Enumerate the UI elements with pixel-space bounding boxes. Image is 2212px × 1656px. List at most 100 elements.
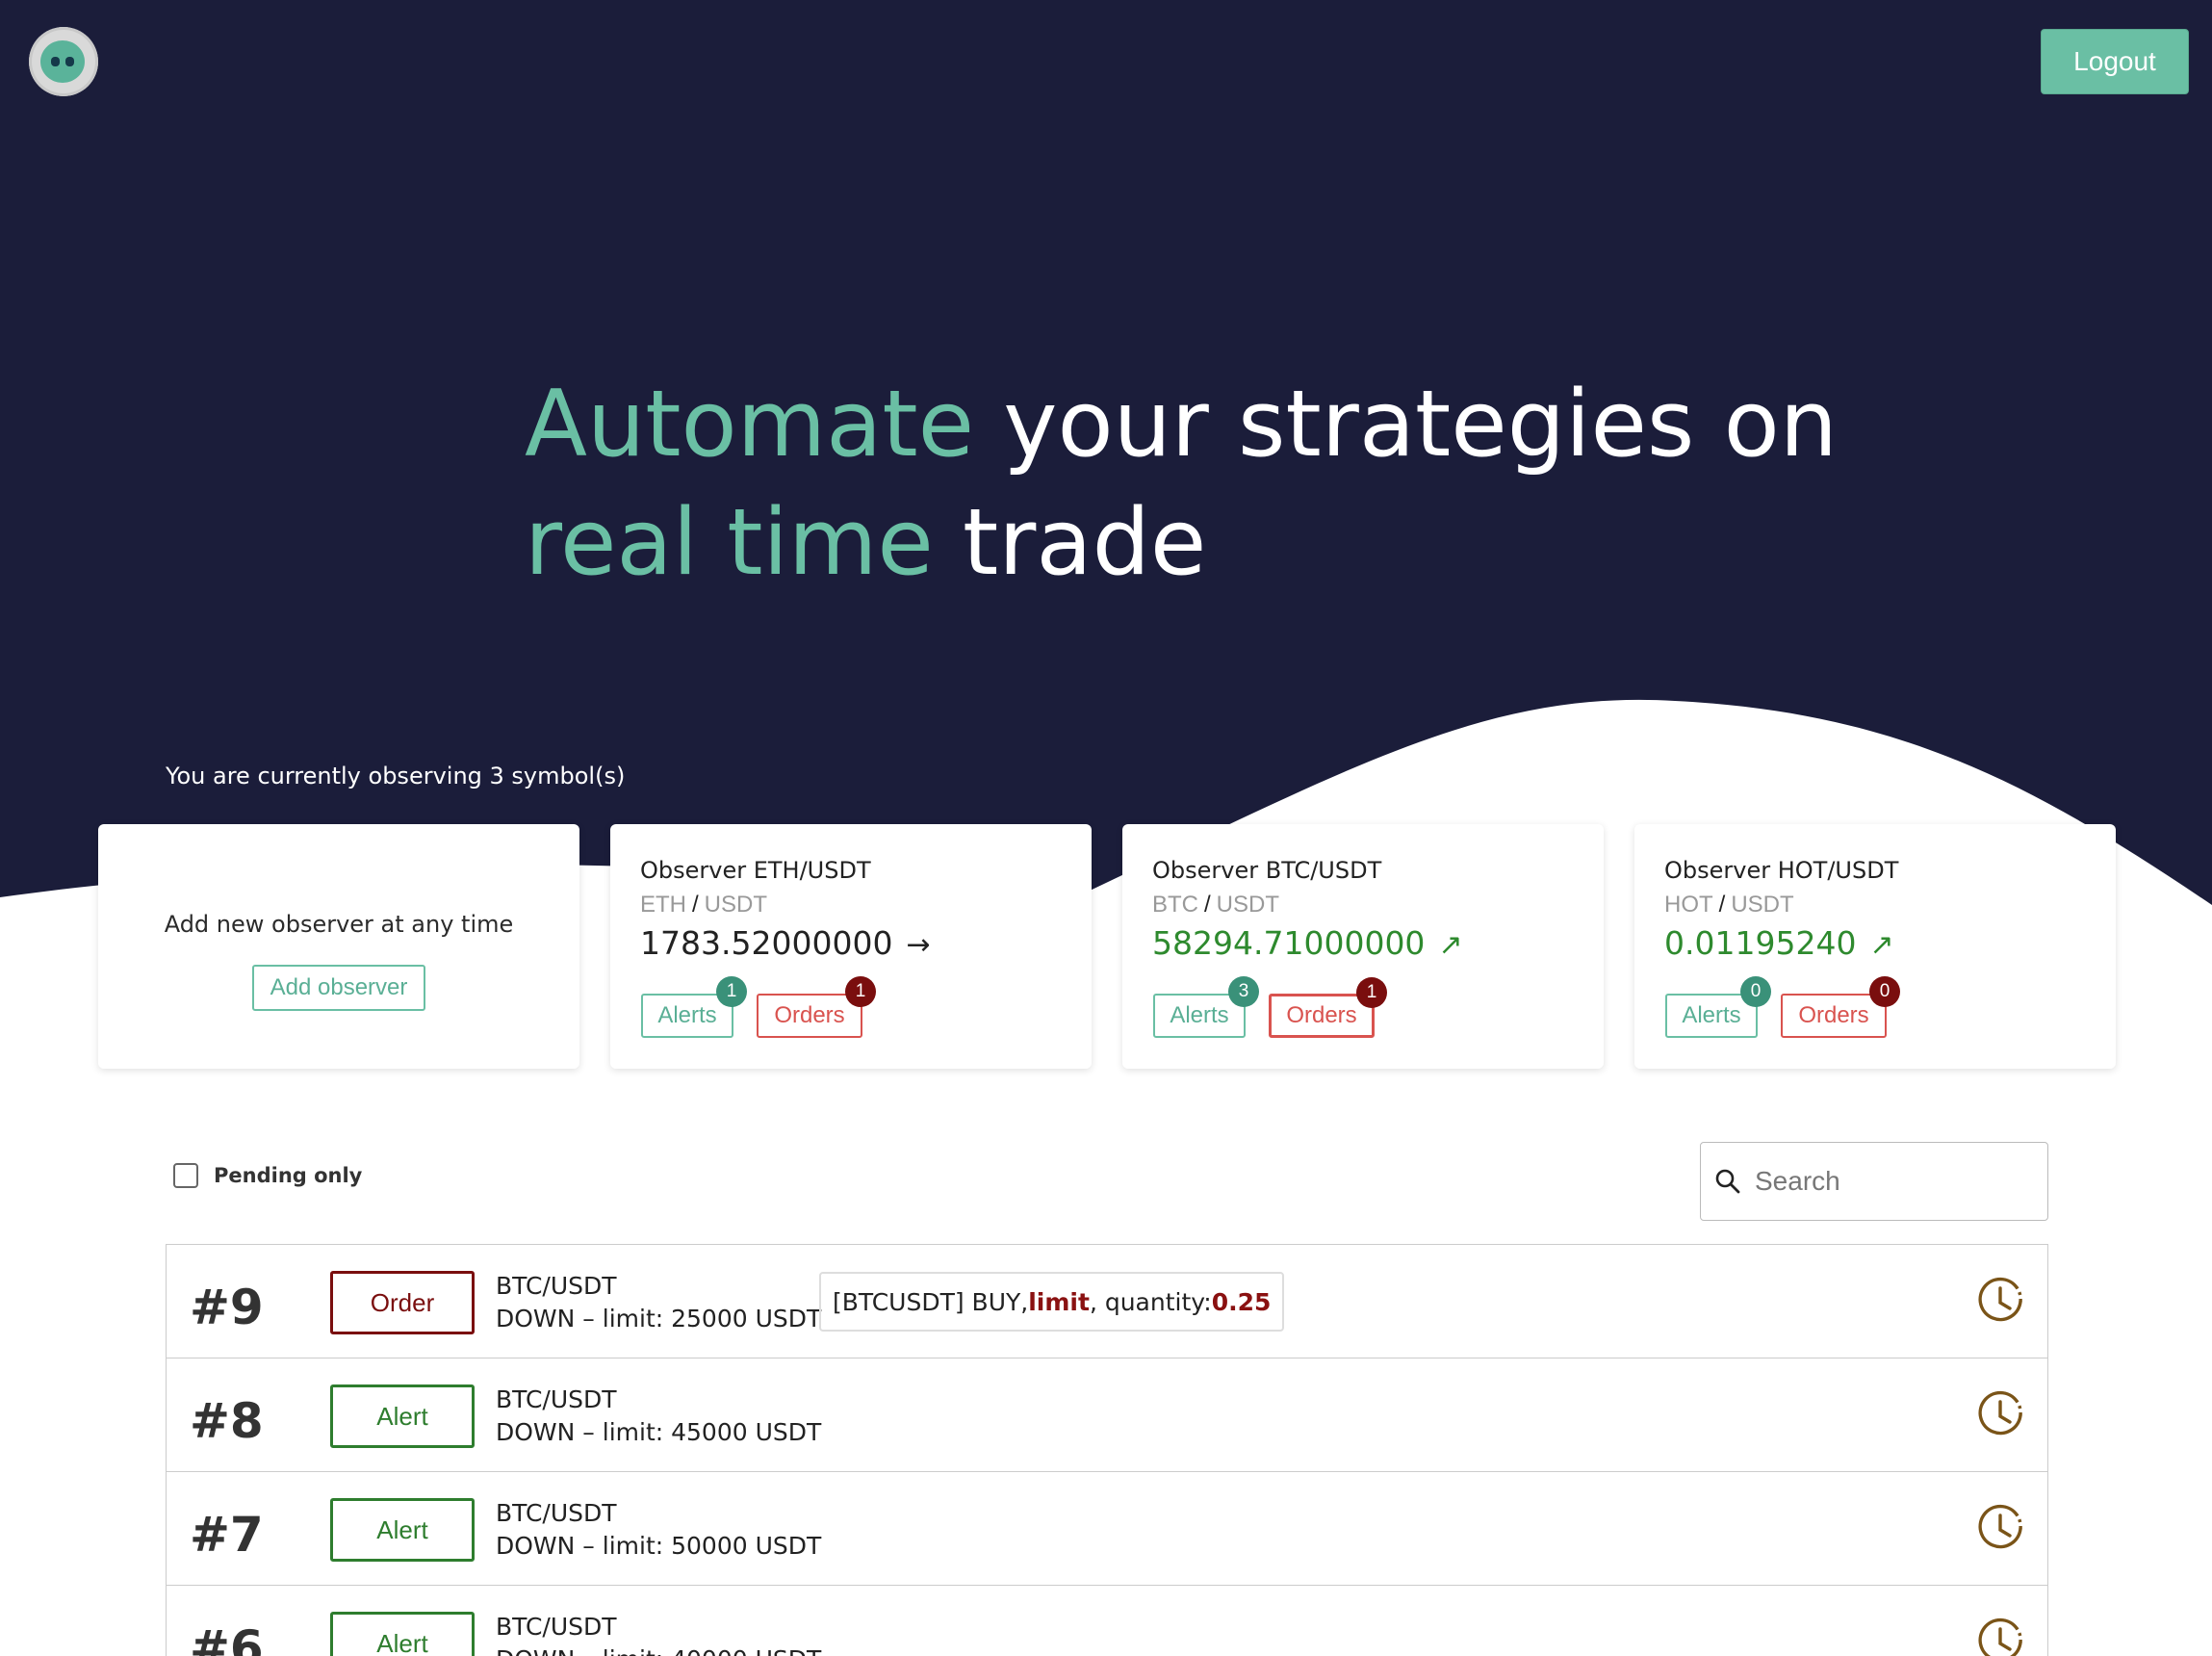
order-info-box: [BTCUSDT] BUY, limit, quantity: 0.25 [819, 1272, 1285, 1332]
orders-button[interactable]: Orders 1 [1269, 977, 1387, 1038]
orders-button[interactable]: Orders 0 [1781, 976, 1900, 1038]
type-tag-alert[interactable]: Alert [330, 1384, 475, 1448]
pending-clock-icon[interactable] [1974, 1617, 2026, 1656]
observer-pair: ETH / USDT [640, 892, 767, 919]
item-number: #6 [190, 1620, 264, 1656]
pending-only-checkbox[interactable] [173, 1163, 198, 1188]
orders-count-badge: 0 [1869, 976, 1900, 1007]
robot-logo-icon[interactable] [29, 27, 98, 96]
search-box[interactable] [1700, 1142, 2048, 1221]
order-info-kind: limit [1028, 1287, 1090, 1316]
price-value: 58294.71000000 [1152, 924, 1426, 962]
search-input[interactable] [1755, 1166, 2024, 1197]
pending-only-label: Pending only [214, 1164, 363, 1187]
orders-label: Orders [1286, 1002, 1357, 1028]
pair-base: ETH [640, 892, 686, 918]
alerts-button[interactable]: Alerts 3 [1153, 976, 1259, 1038]
alerts-label: Alerts [1170, 1002, 1229, 1028]
orders-label: Orders [774, 1002, 845, 1028]
logo-eye-right [65, 57, 74, 66]
item-symbol: BTC/USDT [496, 1272, 617, 1300]
list-item[interactable]: #9 Order BTC/USDT DOWN – limit: 25000 US… [167, 1245, 2047, 1358]
item-number: #7 [190, 1507, 264, 1563]
pair-base: HOT [1664, 892, 1713, 918]
pending-clock-icon[interactable] [1974, 1503, 2026, 1555]
observer-price: 58294.71000000 ↗ [1152, 924, 1463, 962]
item-condition: DOWN – limit: 45000 USDT [496, 1418, 821, 1446]
observer-pair: BTC / USDT [1152, 892, 1279, 919]
hero-headline: Automate your strategies on real time tr… [525, 366, 1872, 603]
orders-button[interactable]: Orders 1 [757, 976, 876, 1038]
condition-limit-prefix: – limit: [575, 1645, 671, 1656]
trend-flat-arrow-icon: → [906, 928, 931, 962]
order-info-qty: 0.25 [1211, 1287, 1272, 1316]
headline-text-2: trade [933, 490, 1207, 596]
list-item[interactable]: #7 Alert BTC/USDT DOWN – limit: 50000 US… [167, 1472, 2047, 1586]
condition-direction: DOWN [496, 1532, 576, 1560]
pair-separator: / [1718, 892, 1726, 918]
observer-price: 1783.52000000 → [640, 924, 931, 962]
list-item[interactable]: #8 Alert BTC/USDT DOWN – limit: 45000 US… [167, 1358, 2047, 1472]
trend-up-arrow-icon: ↗ [1438, 928, 1463, 962]
alerts-count-badge: 3 [1228, 976, 1259, 1007]
orders-count-badge: 1 [1356, 977, 1387, 1008]
condition-direction: DOWN [496, 1305, 576, 1333]
condition-limit-prefix: – limit: [575, 1418, 672, 1446]
item-symbol: BTC/USDT [496, 1613, 617, 1641]
list-item[interactable]: #6 Alert BTC/USDT DOWN – limit: 40000 US… [167, 1586, 2047, 1656]
observer-card-eth: Observer ETH/USDT ETH / USDT 1783.52000000… [610, 824, 1092, 1069]
observer-price: 0.01195240 ↗ [1664, 924, 1894, 962]
orders-label: Orders [1798, 1002, 1869, 1028]
condition-direction: DOWN [496, 1418, 576, 1446]
observer-card-btc: Observer BTC/USDT BTC / USDT 58294.7100000… [1122, 824, 1604, 1069]
logout-button[interactable]: Logout [2041, 29, 2189, 94]
item-condition: DOWN – limit: 50000 USDT [496, 1532, 821, 1560]
orders-count-badge: 1 [845, 976, 876, 1007]
type-tag-alert[interactable]: Alert [330, 1498, 475, 1562]
observer-title: Observer HOT/USDT [1664, 857, 1899, 884]
pending-clock-icon[interactable] [1974, 1276, 2026, 1328]
alerts-label: Alerts [1682, 1002, 1741, 1028]
condition-limit-prefix: – limit: [575, 1305, 672, 1333]
item-symbol: BTC/USDT [496, 1499, 617, 1527]
observer-card-hot: Observer HOT/USDT HOT / USDT 0.01195240 ↗ A… [1634, 824, 2116, 1069]
observer-title: Observer BTC/USDT [1152, 857, 1382, 884]
order-info-prefix: [BTCUSDT] BUY, [833, 1287, 1029, 1316]
headline-accent-1: Automate [525, 372, 975, 478]
pair-separator: / [1204, 892, 1211, 918]
headline-accent-2: real time [525, 490, 934, 596]
add-observer-button[interactable]: Add observer [252, 965, 425, 1011]
alerts-label: Alerts [657, 1002, 717, 1028]
pair-separator: / [692, 892, 699, 918]
price-value: 1783.52000000 [640, 924, 893, 962]
search-icon [1715, 1169, 1740, 1194]
events-list: #9 Order BTC/USDT DOWN – limit: 25000 US… [166, 1244, 2048, 1656]
pending-clock-icon[interactable] [1974, 1389, 2026, 1441]
order-info-mid: , quantity: [1089, 1287, 1212, 1316]
alerts-count-badge: 0 [1740, 976, 1771, 1007]
alerts-button[interactable]: Alerts 0 [1665, 976, 1771, 1038]
price-value: 0.01195240 [1664, 924, 1857, 962]
item-number: #9 [190, 1280, 264, 1335]
add-observer-card: Add new observer at any time Add observe… [98, 824, 579, 1069]
pending-only-filter[interactable]: Pending only [173, 1163, 362, 1188]
trend-up-arrow-icon: ↗ [1869, 928, 1894, 962]
condition-limit-prefix: – limit: [575, 1532, 672, 1560]
condition-limit-value: 40000 USDT [671, 1645, 821, 1656]
pair-quote: USDT [1731, 892, 1794, 918]
condition-limit-value: 45000 USDT [671, 1418, 822, 1446]
item-condition: DOWN – limit: 40000 USDT [496, 1645, 821, 1656]
observing-count-text: You are currently observing 3 symbol(s) [166, 763, 626, 789]
observer-pair: HOT / USDT [1664, 892, 1794, 919]
add-observer-text: Add new observer at any time [164, 911, 514, 938]
item-number: #8 [190, 1393, 264, 1449]
alerts-count-badge: 1 [716, 976, 747, 1007]
alerts-button[interactable]: Alerts 1 [641, 976, 747, 1038]
pair-base: BTC [1152, 892, 1198, 918]
type-tag-order[interactable]: Order [330, 1271, 475, 1334]
logo-eye-left [51, 57, 60, 66]
headline-text-1: your strategies on [974, 372, 1838, 478]
observer-title: Observer ETH/USDT [640, 857, 871, 884]
condition-limit-value: 25000 USDT [671, 1305, 822, 1333]
type-tag-alert[interactable]: Alert [330, 1612, 475, 1656]
